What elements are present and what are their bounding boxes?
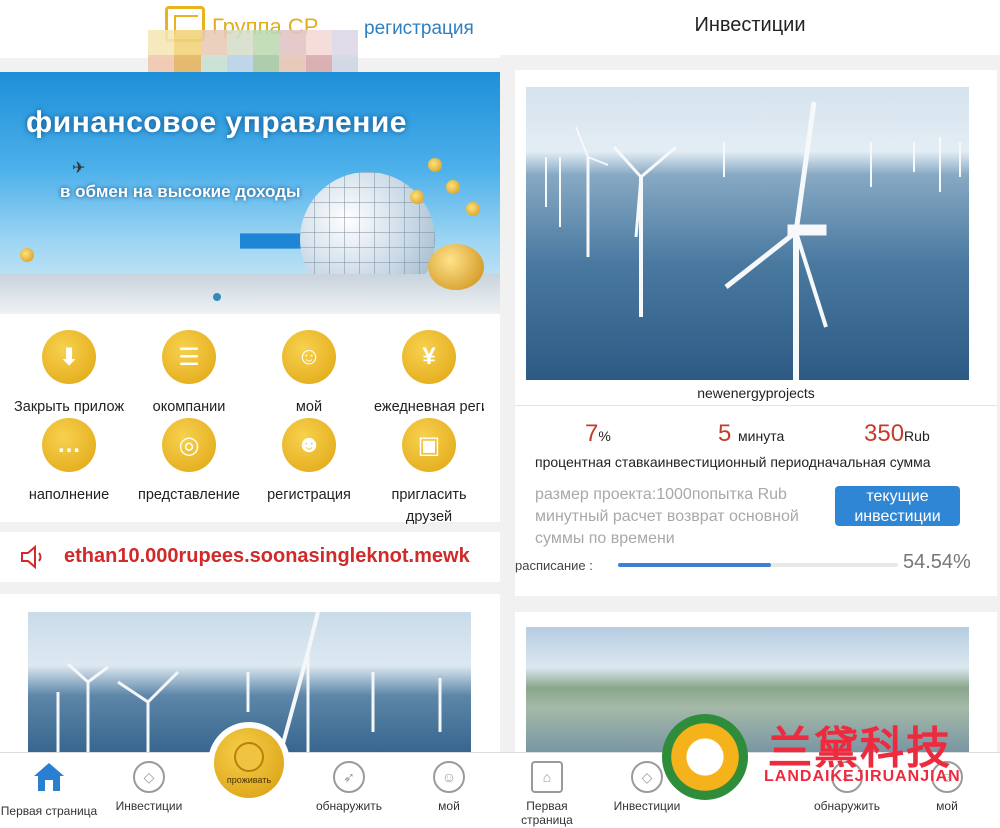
menu-item-daily-checkin[interactable]: ¥ ежедневная регистрация: [374, 330, 484, 418]
live-face-icon: проживать: [214, 728, 284, 798]
menu-item-close-app[interactable]: ⬇ Закрыть приложение: [14, 330, 124, 418]
tab-label: обнаружить: [316, 799, 382, 813]
marquee-text: ethan10.000rupees.soonasingleknot.mewk: [64, 545, 470, 567]
menu-item-label: наполнение: [28, 487, 110, 503]
stat-labels: процентная ставкаинвестиционный периодна…: [535, 454, 931, 470]
profile-icon: ☺: [433, 761, 465, 793]
tab-label: Первая страница: [521, 799, 573, 827]
piggy-bank-graphic: [428, 244, 484, 290]
tab-investments[interactable]: ◇ Инвестиции: [94, 761, 204, 813]
download-arrow-icon: ⬇: [42, 330, 96, 384]
project-image: [526, 87, 969, 380]
home-icon: ⌂: [531, 761, 563, 793]
banner-title: финансовое управление: [26, 106, 407, 139]
menu-item-label: Закрыть приложение: [14, 399, 124, 415]
project-name: newenergyprojects: [697, 385, 815, 401]
period-stat: 5 минута: [718, 420, 784, 448]
coin-icon: [410, 190, 424, 204]
live-label: проживать: [226, 774, 272, 785]
progress-bar: [618, 563, 898, 567]
airplane-icon: ✈: [72, 160, 86, 177]
menu-item-label: регистрация: [267, 487, 351, 503]
banner-subtitle: в обмен на высокие доходы: [60, 182, 301, 201]
diamond-icon: ◇: [133, 761, 165, 793]
announcement-marquee[interactable]: ethan10.000rupees.soonasingleknot.mewk: [0, 532, 500, 582]
menu-item-invite[interactable]: ▣ пригласить друзей: [374, 418, 484, 528]
support-agent-icon: ☻: [282, 418, 336, 472]
watermark: 兰黛科技 LANDAIKEJIRUANJIAN: [658, 712, 978, 800]
tab-label: мой: [438, 799, 460, 813]
coin-icon: [466, 202, 480, 216]
wallet-icon: ▣: [402, 418, 456, 472]
project-card[interactable]: newenergyprojects 7% 5 минута 350Rub про…: [515, 70, 997, 596]
menu-item-label: представление: [138, 487, 240, 503]
carousel-indicator[interactable]: [213, 293, 221, 301]
watermark-cn: 兰黛科技: [768, 723, 952, 774]
amount-stat: 350Rub: [864, 420, 930, 448]
tab-mine[interactable]: ☺ мой: [394, 761, 500, 813]
tab-discover[interactable]: ➶ обнаружить: [294, 761, 404, 813]
progress-fill: [618, 563, 771, 567]
left-phone-screen: Группа CP регистрация финансовое управле…: [0, 0, 500, 828]
period-value: 5: [718, 420, 732, 447]
rate-stat: 7%: [585, 420, 611, 448]
scroll-icon: ☰: [162, 330, 216, 384]
live-button[interactable]: проживать: [208, 722, 290, 804]
menu-item-register[interactable]: ☻ регистрация: [254, 418, 364, 506]
menu-item-about[interactable]: ☰ окомпании: [134, 330, 244, 418]
divider: [515, 405, 997, 406]
tab-label: обнаружить: [814, 799, 880, 813]
piggy-bank-icon: ¥: [402, 330, 456, 384]
coin-icon: [446, 180, 460, 194]
menu-item-label: окомпании: [152, 399, 226, 415]
tab-label: Инвестиции: [613, 799, 681, 813]
watermark-en: LANDAIKEJIRUANJIAN: [764, 768, 961, 785]
period-unit: минута: [738, 428, 785, 444]
project-info: размер проекта:1000попытка Rub минутный …: [535, 486, 799, 547]
tab-home[interactable]: ⌂ Первая страница: [500, 761, 602, 827]
watermark-logo-icon: [662, 714, 748, 800]
register-link[interactable]: регистрация: [364, 18, 474, 40]
amount-unit: Rub: [904, 428, 930, 444]
page-title: Инвестиции: [694, 14, 806, 36]
amount-value: 350: [864, 420, 905, 447]
quick-menu: ⬇ Закрыть приложение ☰ окомпании ☺ мой ¥…: [0, 314, 500, 525]
investments-header: Инвестиции: [500, 0, 1000, 55]
home-icon: [34, 763, 64, 791]
menu-item-recharge[interactable]: … наполнение: [14, 418, 124, 506]
planet-icon: ◎: [162, 418, 216, 472]
right-phone-screen: Инвестиции newenergyprojects 7% 5 минута…: [500, 0, 1000, 828]
coin-icon: [20, 248, 34, 262]
progress-percent: 54.54%: [903, 551, 971, 573]
face-icon: [234, 741, 264, 772]
tab-label: мой: [936, 799, 958, 813]
tab-label: Инвестиции: [115, 799, 183, 813]
schedule-label: расписание :: [515, 558, 593, 573]
menu-item-mine[interactable]: ☺ мой: [254, 330, 364, 418]
menu-item-presentation[interactable]: ◎ представление: [134, 418, 244, 506]
banner-floor: [0, 274, 500, 314]
menu-item-label: пригласить друзей: [391, 487, 467, 525]
coin-icon: [428, 158, 442, 172]
menu-item-label: ежедневная регистрация: [374, 399, 484, 415]
tab-home[interactable]: Первая страница: [0, 761, 104, 818]
tab-label: Первая страница: [0, 804, 98, 818]
rate-value: 7: [585, 420, 599, 447]
users-icon: ☺: [282, 330, 336, 384]
current-investments-button[interactable]: текущие инвестиции: [835, 486, 960, 526]
chat-icon: …: [42, 418, 96, 472]
rate-unit: %: [598, 428, 611, 444]
compass-icon: ➶: [333, 761, 365, 793]
menu-item-label: мой: [295, 399, 323, 415]
promo-banner[interactable]: финансовое управление ✈ в обмен на высок…: [0, 72, 500, 314]
speaker-icon: [21, 545, 42, 569]
